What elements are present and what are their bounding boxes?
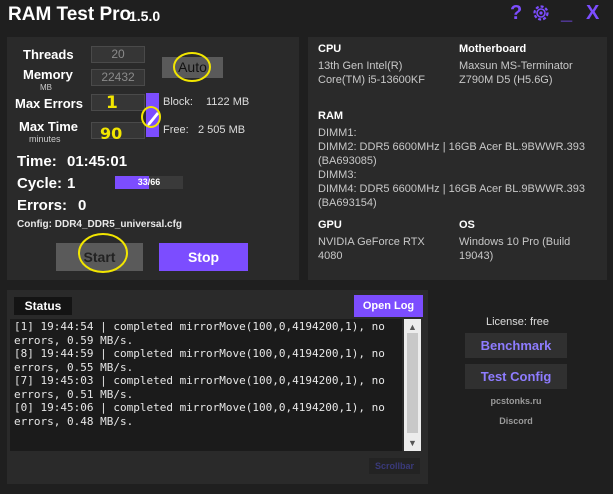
os-line-2: 19043)	[459, 250, 494, 262]
question-icon: ?	[510, 2, 523, 24]
log-scrollbar[interactable]: ▲ ▼	[404, 319, 421, 451]
block-value: 1122 MB	[206, 96, 250, 108]
time-value: 01:45:01	[67, 153, 128, 170]
threads-label: Threads	[23, 47, 74, 62]
gpu-line-2: 4080	[318, 250, 343, 262]
minimize-button[interactable]: _	[561, 2, 572, 24]
license-text: License: free	[486, 316, 549, 328]
ram-line: DIMM2: DDR5 6600MHz | 16GB Acer BL.9BWWR…	[318, 141, 585, 153]
motherboard-heading: Motherboard	[459, 43, 527, 55]
scroll-down-icon[interactable]: ▼	[408, 438, 417, 448]
log-area[interactable]: [1] 19:44:54 | completed mirrorMove(100,…	[10, 319, 402, 451]
stop-button[interactable]: Stop	[159, 243, 248, 271]
discord-link[interactable]: Discord	[465, 416, 567, 426]
ram-line: (BA693085)	[318, 155, 377, 167]
block-label: Block:	[163, 96, 193, 108]
help-button[interactable]: ?	[510, 2, 522, 24]
gpu-heading: GPU	[318, 219, 342, 231]
ram-line: DIMM4: DDR5 6600MHz | 16GB Acer BL.9BWWR…	[318, 183, 585, 195]
auto-button[interactable]: Auto	[162, 57, 223, 78]
motherboard-line-2: Z790M D5 (H5.6G)	[459, 74, 553, 86]
ram-line: DIMM1:	[318, 127, 357, 139]
start-button[interactable]: Start	[56, 243, 143, 271]
gear-icon	[533, 5, 549, 21]
os-heading: OS	[459, 219, 475, 231]
scroll-up-icon[interactable]: ▲	[408, 322, 417, 332]
os-line-1: Windows 10 Pro (Build	[459, 236, 571, 248]
benchmark-button[interactable]: Benchmark	[465, 333, 567, 358]
max-errors-label: Max Errors	[15, 96, 83, 111]
free-label: Free:	[163, 124, 189, 136]
cpu-line-1: 13th Gen Intel(R)	[318, 60, 403, 72]
scrollbar-label: Scrollbar	[369, 458, 420, 474]
errors-value: 0	[78, 197, 87, 214]
max-time-unit: minutes	[29, 134, 61, 144]
cycle-progress-bar: 33/66	[115, 176, 183, 189]
ram-line: DIMM3:	[318, 169, 357, 181]
app-title: RAM Test Pro	[8, 4, 132, 25]
memory-label: Memory	[23, 67, 73, 82]
cpu-line-2: Core(TM) i5-13600KF	[318, 74, 425, 86]
ram-heading: RAM	[318, 110, 344, 122]
test-config-button[interactable]: Test Config	[465, 364, 567, 389]
free-value: 2 505 MB	[198, 124, 246, 136]
errors-label: Errors:	[17, 197, 68, 214]
pencil-icon	[147, 112, 159, 126]
memory-unit: MB	[40, 83, 52, 92]
gpu-line-1: NVIDIA GeForce RTX	[318, 236, 425, 248]
settings-button[interactable]	[531, 3, 551, 23]
open-log-button[interactable]: Open Log	[354, 295, 423, 317]
memory-input[interactable]: 22432	[91, 69, 145, 86]
max-errors-input[interactable]	[91, 94, 145, 111]
config-text: Config: DDR4_DDR5_universal.cfg	[17, 219, 183, 230]
log-text: [1] 19:44:54 | completed mirrorMove(100,…	[14, 320, 385, 428]
cycle-label: Cycle:	[17, 175, 63, 192]
close-button[interactable]: X	[586, 2, 599, 24]
threads-input[interactable]: 20	[91, 46, 145, 63]
time-label: Time:	[17, 153, 57, 170]
cycle-progress-text: 33/66	[137, 177, 161, 187]
ram-line: (BA693154)	[318, 197, 377, 209]
app-version: 1.5.0	[129, 8, 161, 24]
status-title: Status	[14, 297, 72, 315]
motherboard-line-1: Maxsun MS-Terminator	[459, 60, 573, 72]
max-time-input[interactable]	[91, 122, 145, 139]
max-time-label: Max Time	[19, 119, 79, 134]
scrollbar-thumb[interactable]	[407, 333, 418, 433]
cpu-heading: CPU	[318, 43, 342, 55]
site-link[interactable]: pcstonks.ru	[465, 396, 567, 406]
cycle-value: 1	[67, 175, 76, 192]
